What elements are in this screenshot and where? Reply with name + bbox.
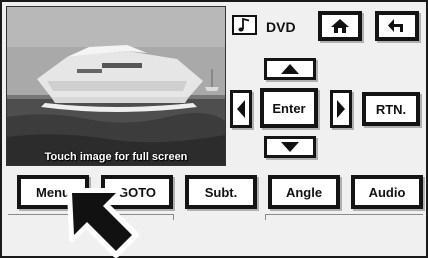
- divider-tick: [265, 214, 266, 220]
- music-note-icon: [232, 15, 257, 35]
- triangle-down-icon: [281, 142, 299, 152]
- video-caption: Touch image for full screen: [44, 151, 188, 163]
- video-image: [7, 7, 225, 165]
- divider-tick: [173, 214, 174, 220]
- up-button[interactable]: [264, 58, 316, 80]
- return-button[interactable]: RTN.: [362, 92, 420, 126]
- triangle-right-icon: [337, 100, 345, 118]
- angle-button[interactable]: Angle: [268, 175, 340, 209]
- audio-button[interactable]: Audio: [351, 175, 423, 209]
- home-button[interactable]: [318, 11, 362, 41]
- down-button[interactable]: [264, 136, 316, 158]
- source-label: DVD: [266, 19, 296, 35]
- video-preview[interactable]: Touch image for full screen: [6, 6, 226, 166]
- pointer-arrow-icon: [67, 188, 139, 258]
- divider-line: [265, 214, 423, 215]
- home-icon: [331, 19, 349, 33]
- subtitle-button[interactable]: Subt.: [185, 175, 257, 209]
- right-button[interactable]: [330, 90, 352, 128]
- triangle-up-icon: [281, 64, 299, 74]
- return-arrow-icon: [388, 19, 403, 32]
- back-button[interactable]: [375, 11, 419, 41]
- triangle-left-icon: [237, 100, 245, 118]
- left-button[interactable]: [230, 90, 252, 128]
- enter-button[interactable]: Enter: [260, 88, 318, 128]
